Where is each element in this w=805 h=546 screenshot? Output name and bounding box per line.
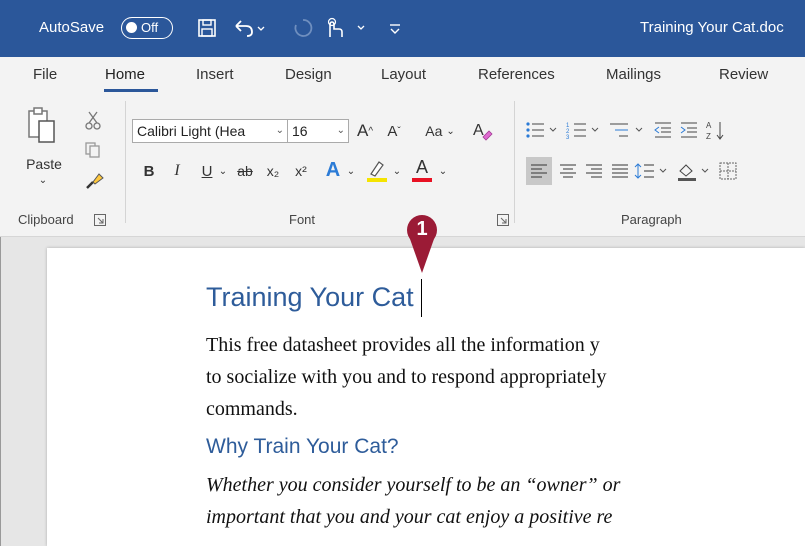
grow-font-icon[interactable]: A ^ <box>352 119 378 143</box>
justify-icon[interactable] <box>608 157 632 185</box>
align-right-icon[interactable] <box>582 157 606 185</box>
decrease-indent-icon[interactable] <box>652 117 674 143</box>
sort-icon[interactable]: AZ <box>704 117 726 143</box>
redo-icon[interactable] <box>290 14 316 42</box>
callout-number: 1 <box>416 218 428 240</box>
svg-text:A: A <box>706 121 712 130</box>
document-title: Training Your Cat.doc <box>640 19 784 36</box>
multilevel-list-icon[interactable] <box>608 117 648 143</box>
group-divider <box>514 101 515 223</box>
tab-insert[interactable]: Insert <box>196 66 234 83</box>
active-tab-indicator <box>104 89 158 92</box>
highlight-dropdown-icon[interactable]: ⌄ <box>390 159 404 183</box>
font-launcher-icon[interactable] <box>496 213 510 227</box>
paragraph-group-label: Paragraph <box>621 212 682 227</box>
highlight-icon[interactable] <box>364 157 390 185</box>
shrink-font-icon[interactable]: Aˇ <box>382 119 406 143</box>
tab-review[interactable]: Review <box>719 66 768 83</box>
text-effects-dropdown-icon[interactable]: ⌄ <box>344 159 358 183</box>
document-page[interactable]: Training Your Cat This free datasheet pr… <box>47 248 805 546</box>
heading-title[interactable]: Training Your Cat <box>206 282 414 313</box>
copy-icon[interactable] <box>83 140 103 160</box>
tab-mailings[interactable]: Mailings <box>606 66 661 83</box>
svg-text:3: 3 <box>566 135 570 140</box>
align-center-icon[interactable] <box>556 157 580 185</box>
tab-layout[interactable]: Layout <box>381 66 426 83</box>
italic-line[interactable]: Whether you consider yourself to be an “… <box>206 474 620 497</box>
autosave-toggle[interactable]: Off <box>121 17 173 39</box>
svg-text:Z: Z <box>706 132 711 141</box>
window-edge <box>0 237 1 546</box>
font-size-select[interactable]: 16 ⌄ <box>287 119 349 143</box>
borders-icon[interactable] <box>716 157 740 185</box>
font-color-button[interactable]: A <box>410 155 434 185</box>
undo-icon[interactable] <box>232 14 266 42</box>
tab-references[interactable]: References <box>478 66 555 83</box>
line-spacing-icon[interactable] <box>634 157 672 185</box>
font-name-select[interactable]: Calibri Light (Hea ⌄ <box>132 119 288 143</box>
clipboard-group-label: Clipboard <box>18 212 74 227</box>
toggle-state: Off <box>141 20 159 35</box>
superscript-button[interactable]: x² <box>290 159 312 183</box>
autosave-label: AutoSave <box>39 19 105 36</box>
touch-mode-icon[interactable] <box>322 14 368 42</box>
paste-label[interactable]: Paste <box>24 155 64 173</box>
font-color-dropdown-icon[interactable]: ⌄ <box>436 159 450 183</box>
paragraph-line[interactable]: to socialize with you and to respond app… <box>206 366 606 389</box>
bullets-icon[interactable] <box>524 117 562 143</box>
text-effects-button[interactable]: A <box>322 157 344 183</box>
underline-dropdown-icon[interactable]: ⌄ <box>216 159 230 183</box>
change-case-button[interactable]: Aa ⌄ <box>418 119 462 143</box>
chevron-down-icon: ⌄ <box>336 125 345 136</box>
format-painter-icon[interactable] <box>83 170 105 192</box>
strikethrough-button[interactable]: ab <box>232 159 258 183</box>
save-icon[interactable] <box>194 14 220 42</box>
align-left-icon[interactable] <box>526 157 552 185</box>
numbering-icon[interactable]: 123 <box>566 117 604 143</box>
paste-dropdown-icon[interactable]: ⌄ <box>36 173 50 187</box>
paragraph-line[interactable]: commands. <box>206 398 298 421</box>
paragraph-line[interactable]: This free datasheet provides all the inf… <box>206 334 600 357</box>
document-canvas: Training Your Cat This free datasheet pr… <box>0 237 805 546</box>
shading-icon[interactable] <box>676 157 714 185</box>
paste-icon[interactable] <box>26 107 56 145</box>
font-size-value: 16 <box>292 123 308 139</box>
font-color-swatch <box>412 178 432 182</box>
clipboard-launcher-icon[interactable] <box>93 213 107 227</box>
svg-text:A: A <box>473 122 484 139</box>
italic-line[interactable]: important that you and your cat enjoy a … <box>206 506 612 529</box>
italic-button[interactable]: I <box>168 159 186 183</box>
toggle-knob <box>126 22 137 33</box>
heading-subtitle[interactable]: Why Train Your Cat? <box>206 435 399 459</box>
ribbon: Paste ⌄ Clipboard Calibri Light (Hea ⌄ 1… <box>0 95 805 237</box>
bold-button[interactable]: B <box>140 159 158 183</box>
callout-marker: 1 <box>405 213 439 275</box>
group-divider <box>125 101 126 223</box>
font-name-value: Calibri Light (Hea <box>137 123 246 139</box>
ribbon-tabs: File Home Insert Design Layout Reference… <box>0 57 805 95</box>
clear-formatting-icon[interactable]: A <box>470 117 494 143</box>
tab-home[interactable]: Home <box>105 66 145 83</box>
font-group-label: Font <box>289 212 316 227</box>
tab-file[interactable]: File <box>33 66 57 83</box>
title-bar: AutoSave Off Training Your Cat.doc <box>0 0 805 57</box>
subscript-button[interactable]: x₂ <box>262 159 284 183</box>
text-cursor <box>421 279 422 317</box>
cut-icon[interactable] <box>83 110 103 130</box>
font-color-label: A <box>415 157 428 177</box>
chevron-down-icon: ⌄ <box>275 125 284 136</box>
customize-toolbar-icon[interactable] <box>385 14 405 42</box>
underline-button[interactable]: U <box>198 159 216 183</box>
increase-indent-icon[interactable] <box>678 117 700 143</box>
change-case-label: Aa <box>425 123 443 139</box>
tab-design[interactable]: Design <box>285 66 332 83</box>
